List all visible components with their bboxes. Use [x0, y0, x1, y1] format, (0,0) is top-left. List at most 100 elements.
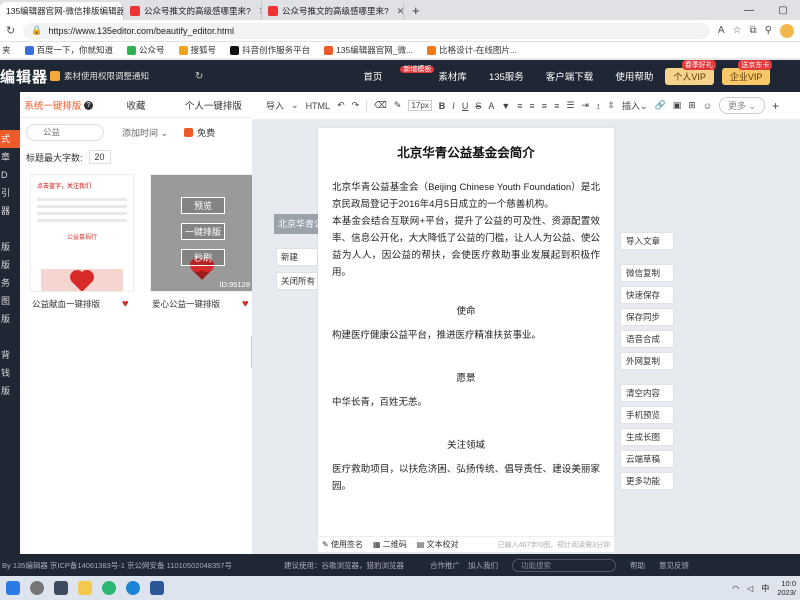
italic-icon[interactable]: I — [452, 101, 455, 111]
eraser-icon[interactable]: ⌫ — [374, 100, 387, 111]
left-menu-item[interactable]: 背 — [0, 346, 20, 364]
template-card[interactable]: 点击蓝字，关注我们 公益募捐行 公益献血一键排版 ♥ — [30, 174, 134, 316]
left-menu-item[interactable]: 版 — [0, 382, 20, 400]
notice-link[interactable]: 素材使用权限调整通知 — [50, 70, 149, 82]
signature-button[interactable]: ✎ 使用签名 — [322, 539, 363, 550]
long-image-button[interactable]: 生成长图 — [620, 428, 674, 446]
bookmark-item[interactable]: 公众号 — [127, 44, 165, 56]
bookmark-item[interactable]: 搜狐号 — [178, 44, 216, 56]
search-icon[interactable] — [30, 581, 44, 595]
favorite-heart-icon[interactable]: ♥ — [122, 299, 132, 310]
emoji-icon[interactable]: ☺ — [703, 101, 712, 111]
line-height-icon[interactable]: ⇳ — [607, 100, 615, 111]
sort-dropdown[interactable]: 添加时间 ⌄ — [122, 126, 168, 139]
favorite-icon[interactable]: ☆ — [733, 25, 742, 36]
quick-apply-button[interactable]: 秒刷 — [181, 249, 225, 266]
font-color-icon[interactable]: A — [488, 101, 494, 111]
help-icon[interactable]: ? — [83, 101, 93, 111]
template-thumbnail[interactable]: 预览 一键排版 秒刷 ID:95128 — [150, 174, 254, 292]
undo-icon[interactable]: ↶ — [337, 100, 345, 111]
clear-content-button[interactable]: 清空内容 — [620, 384, 674, 402]
proofread-button[interactable]: ▤ 文本校对 — [417, 539, 459, 550]
format-painter-icon[interactable]: ✎ — [394, 100, 402, 111]
speech-synthesis-button[interactable]: 语音合成 — [620, 330, 674, 348]
import-article-button[interactable]: 导入文章 — [620, 232, 674, 250]
footer-link-partner[interactable]: 合作推广 — [430, 560, 460, 571]
maximize-icon[interactable]: ▢ — [766, 5, 800, 16]
word-icon[interactable] — [150, 581, 164, 595]
left-menu-item[interactable]: 版 — [0, 238, 20, 256]
feature-search-input[interactable]: 功能搜索 — [511, 558, 616, 572]
left-menu-item[interactable]: D — [0, 166, 20, 184]
edge-icon[interactable] — [126, 581, 140, 595]
start-icon[interactable] — [6, 581, 20, 595]
underline-icon[interactable]: U — [462, 101, 469, 111]
align-left-icon[interactable]: ≡ — [517, 101, 522, 111]
qrcode-button[interactable]: ▦ 二维码 — [373, 539, 407, 550]
footer-link-join[interactable]: 加入我们 — [468, 560, 498, 571]
left-menu-item[interactable]: 图 — [0, 292, 20, 310]
browser-tab-article-2[interactable]: 公众号推文的高级感哪里来? ✕ — [262, 2, 404, 20]
read-aloud-icon[interactable]: A — [718, 25, 725, 36]
chrome-icon[interactable] — [102, 581, 116, 595]
bookmark-item[interactable]: 百度一下，你就知道 — [24, 44, 113, 56]
indent-icon[interactable]: ⇥ — [581, 100, 589, 111]
mobile-preview-button[interactable]: 手机预览 — [620, 406, 674, 424]
close-all-button[interactable]: 关闭所有 — [276, 272, 318, 290]
title-length-input[interactable]: 20 — [88, 150, 111, 164]
task-view-icon[interactable] — [54, 581, 68, 595]
quick-save-button[interactable]: 快速保存 — [620, 286, 674, 304]
html-button[interactable]: HTML — [306, 101, 331, 111]
nav-material-library[interactable]: 新增模板素材库 — [400, 66, 467, 83]
new-tab-icon[interactable]: + — [404, 2, 428, 20]
browser-tab-editor[interactable]: 135编辑器官网-微信排版编辑器 ✕ — [0, 2, 124, 20]
footer-help-link[interactable]: 帮助 — [630, 560, 645, 571]
close-icon[interactable]: ✕ — [397, 6, 403, 17]
enterprise-vip-button[interactable]: 送京东卡 企业VIP — [721, 59, 773, 85]
left-menu-item[interactable]: 器 — [0, 202, 20, 220]
tab-favorites[interactable]: 收藏 — [97, 98, 174, 112]
reload-icon[interactable]: ↻ — [6, 24, 15, 37]
table-icon[interactable]: ⊞ — [688, 100, 696, 111]
left-menu-item[interactable]: 章 — [0, 148, 20, 166]
left-menu-item[interactable]: 务 — [0, 274, 20, 292]
insert-menu[interactable]: 插入⌄ — [622, 99, 648, 112]
file-explorer-icon[interactable] — [78, 581, 92, 595]
link-icon[interactable]: 🔗 — [655, 100, 666, 111]
external-copy-button[interactable]: 外网复制 — [620, 352, 674, 370]
font-size-select[interactable]: 17px — [408, 100, 432, 111]
left-menu-item-active[interactable]: 式 — [0, 130, 20, 148]
save-sync-button[interactable]: 保存同步 — [620, 308, 674, 326]
browser-tab-article-1[interactable]: 公众号推文的高级感哪里来? ✕ — [124, 2, 262, 20]
site-logo[interactable]: 编辑器 — [0, 66, 50, 87]
ime-indicator[interactable]: 中 — [761, 583, 769, 594]
nav-client-download[interactable]: 客户端下载 — [546, 69, 594, 83]
align-center-icon[interactable]: ≡ — [530, 101, 535, 111]
extensions-icon[interactable]: ⚲ — [765, 25, 772, 36]
cloud-draft-button[interactable]: 云端草稿 — [620, 450, 674, 468]
document-canvas[interactable]: 北京华青公益基金会简介 北京华青公益基金会（Beijing Chinese Yo… — [318, 128, 614, 536]
highlight-icon[interactable]: ▼ — [501, 101, 510, 111]
bold-icon[interactable]: B — [439, 101, 446, 111]
document-tab[interactable]: 北京华青公 — [274, 214, 318, 234]
add-icon[interactable]: + — [772, 99, 779, 113]
import-button[interactable]: 导入 — [266, 99, 284, 112]
minimize-icon[interactable]: — — [732, 5, 766, 16]
new-document-button[interactable]: 新建 — [276, 248, 318, 266]
left-menu-item[interactable] — [0, 220, 20, 238]
image-icon[interactable]: ▣ — [673, 100, 682, 111]
free-filter[interactable]: 免费 — [184, 126, 215, 139]
redo-icon[interactable]: ↷ — [352, 100, 360, 111]
template-card[interactable]: 预览 一键排版 秒刷 ID:95128 爱心公益一键排版 ♥ — [150, 174, 254, 316]
nav-home[interactable]: 首页 — [363, 69, 382, 83]
left-menu-item[interactable]: 引 — [0, 184, 20, 202]
nav-services[interactable]: 135服务 — [489, 69, 524, 83]
more-functions-button[interactable]: 更多功能 — [620, 472, 674, 490]
favorite-heart-icon[interactable]: ♥ — [242, 299, 252, 310]
justify-icon[interactable]: ≡ — [554, 101, 559, 111]
tab-personal-layout[interactable]: 个人一键排版 — [175, 98, 252, 112]
url-field[interactable]: 🔒 https://www.135editor.com/beautify_edi… — [23, 22, 710, 39]
more-tools-button[interactable]: 更多 ⌄ — [719, 97, 766, 114]
template-thumbnail[interactable]: 点击蓝字，关注我们 公益募捐行 — [30, 174, 134, 292]
left-menu-item[interactable]: 版 — [0, 310, 20, 328]
